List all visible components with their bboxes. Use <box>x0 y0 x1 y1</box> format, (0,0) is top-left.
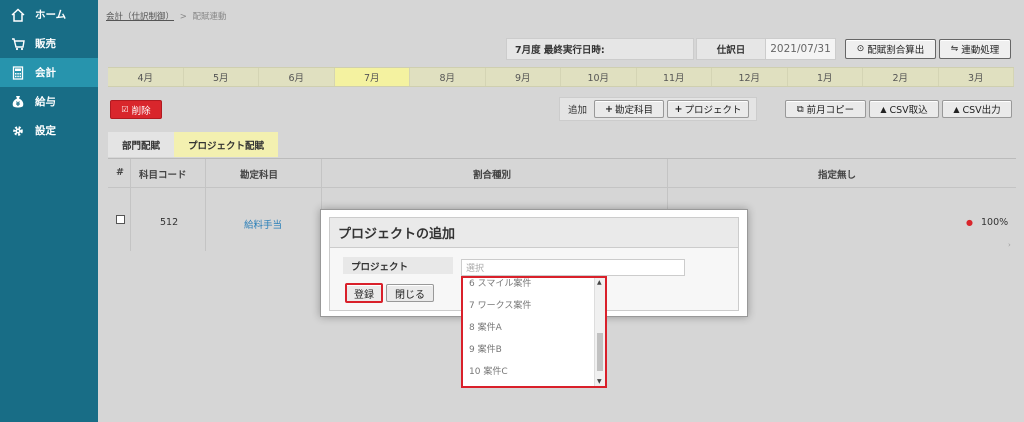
dropdown-scrollbar[interactable]: ▲ ▼ <box>594 278 605 386</box>
clock-icon: ⊙ <box>856 44 865 54</box>
header-divider <box>108 187 1016 188</box>
project-field-label: プロジェクト <box>343 257 453 274</box>
money-bag-icon: ¥ <box>12 95 24 108</box>
month-tab[interactable]: 8月 <box>410 68 486 86</box>
link-process-label: 連動処理 <box>961 45 1000 56</box>
copy-prev-label: 前月コピー <box>806 105 855 116</box>
close-button[interactable]: 閉じる <box>386 284 434 302</box>
scrollbar-thumb[interactable] <box>597 333 603 371</box>
sidebar-item-label: 設定 <box>35 125 56 137</box>
sidebar-item-sales[interactable]: 販売 <box>0 29 98 58</box>
delete-label: 削除 <box>131 105 151 117</box>
breadcrumb-current: 配賦連動 <box>192 12 227 22</box>
link-process-button[interactable]: ⇋ 連動処理 <box>939 39 1011 59</box>
breadcrumb-separator: > <box>179 12 187 22</box>
journal-date-field[interactable]: 2021/07/31 <box>765 39 835 59</box>
row-account-link[interactable]: 給料手当 <box>244 217 282 231</box>
month-bar: 4月 5月 6月 7月 8月 9月 10月 11月 12月 1月 2月 3月 <box>108 67 1014 87</box>
dropdown-option[interactable]: 10 案件C <box>463 359 596 381</box>
download-icon: ▲ <box>953 104 960 114</box>
row-ratio: 100% <box>981 217 1009 228</box>
sidebar-item-label: 販売 <box>35 38 56 50</box>
add-account-button[interactable]: + 勘定科目 <box>594 100 665 118</box>
csv-export-label: CSV出力 <box>962 105 1001 116</box>
month-tab[interactable]: 12月 <box>712 68 788 86</box>
add-project-button[interactable]: + プロジェクト <box>667 100 750 118</box>
plus-icon: + <box>605 103 613 115</box>
row-account-code: 512 <box>160 217 179 228</box>
dropdown-option[interactable]: 7 ワークス案件 <box>463 293 596 315</box>
header-unspecified: 指定無し <box>818 170 857 181</box>
header-account-code: 科目コード <box>139 170 187 181</box>
last-run-box: 7月度 最終実行日時: <box>506 38 694 60</box>
plus-icon: + <box>674 103 683 115</box>
sidebar-item-accounting[interactable]: 会計 <box>0 58 98 87</box>
tab-project-allocation[interactable]: プロジェクト配賦 <box>174 132 279 157</box>
tab-department-allocation[interactable]: 部門配賦 <box>108 132 175 157</box>
column-divider <box>205 159 206 251</box>
check-icon: ☑ <box>121 105 129 114</box>
month-tab[interactable]: 9月 <box>486 68 561 86</box>
csv-import-label: CSV取込 <box>889 105 928 116</box>
add-label: 追加 <box>568 105 588 116</box>
breadcrumb-parent-link[interactable]: 会計（仕訳制御） <box>106 12 174 22</box>
csv-export-button[interactable]: ▲ CSV出力 <box>942 100 1012 118</box>
month-tab[interactable]: 2月 <box>863 68 939 86</box>
header-index: # <box>116 167 124 178</box>
add-group: 追加 + 勘定科目 + プロジェクト <box>559 97 757 121</box>
dropdown-option[interactable]: 6 スマイル案件 <box>463 278 596 293</box>
month-tab[interactable]: 4月 <box>108 68 184 86</box>
header-account-name: 勘定科目 <box>240 170 279 181</box>
upload-icon: ▲ <box>880 104 887 114</box>
tab-bar: 部門配賦 プロジェクト配賦 <box>108 132 279 157</box>
sidebar-item-home[interactable]: ホーム <box>0 0 98 29</box>
csv-import-button[interactable]: ▲ CSV取込 <box>869 100 939 118</box>
calc-ratio-button[interactable]: ⊙ 配賦割合算出 <box>845 39 936 59</box>
journal-date-label: 仕訳日 <box>716 45 746 56</box>
month-tab[interactable]: 10月 <box>561 68 637 86</box>
add-account-label: 勘定科目 <box>614 105 653 116</box>
copy-icon: ⧉ <box>796 103 804 115</box>
row-checkbox[interactable] <box>116 215 125 224</box>
sidebar-item-settings[interactable]: 設定 <box>0 116 98 145</box>
last-run-label: 7月度 最終実行日時: <box>515 45 605 56</box>
scroll-up-arrow-icon[interactable]: ▲ <box>597 279 602 286</box>
calculator-icon <box>12 65 24 80</box>
month-tab[interactable]: 6月 <box>259 68 335 86</box>
scroll-down-arrow-icon[interactable]: ▼ <box>597 378 602 385</box>
sidebar: ホーム 販売 会計 ¥ 給与 設定 <box>0 0 98 422</box>
calc-ratio-label: 配賦割合算出 <box>867 45 925 56</box>
copy-prev-month-button[interactable]: ⧉ 前月コピー <box>785 100 866 118</box>
month-tab[interactable]: 3月 <box>939 68 1014 86</box>
delete-button[interactable]: ☑ 削除 <box>110 100 162 119</box>
cart-icon <box>12 37 25 50</box>
month-tab[interactable]: 5月 <box>184 68 259 86</box>
column-divider <box>130 159 131 251</box>
add-project-label: プロジェクト <box>684 105 742 116</box>
sidebar-item-label: 給与 <box>35 96 56 108</box>
status-dot-icon: ● <box>966 218 973 227</box>
modal-title: プロジェクトの追加 <box>330 218 738 248</box>
home-icon <box>11 7 25 22</box>
sidebar-item-label: ホーム <box>35 9 67 21</box>
dropdown-option[interactable]: 9 案件B <box>463 337 596 359</box>
scroll-right-arrow-icon[interactable]: › <box>1008 241 1011 249</box>
month-tab[interactable]: 1月 <box>788 68 863 86</box>
breadcrumb: 会計（仕訳制御） > 配賦連動 <box>106 10 227 22</box>
process-icon: ⇋ <box>950 44 959 54</box>
month-tab[interactable]: 7月 <box>334 68 410 86</box>
gear-icon <box>13 125 23 136</box>
header-ratio-type: 割合種別 <box>473 170 512 181</box>
journal-date-box: 仕訳日 2021/07/31 <box>696 38 836 60</box>
sidebar-item-label: 会計 <box>35 67 56 79</box>
dropdown-option[interactable]: 8 案件A <box>463 315 596 337</box>
project-dropdown-list[interactable]: 6 スマイル案件7 ワークス案件8 案件A9 案件B10 案件C11 案件D ▲… <box>461 276 607 388</box>
sidebar-item-payroll[interactable]: ¥ 給与 <box>0 87 98 116</box>
dropdown-option[interactable]: 11 案件D <box>463 381 596 386</box>
register-button[interactable]: 登録 <box>345 283 383 303</box>
month-tab[interactable]: 11月 <box>637 68 712 86</box>
project-select[interactable]: 選択 <box>461 259 685 276</box>
